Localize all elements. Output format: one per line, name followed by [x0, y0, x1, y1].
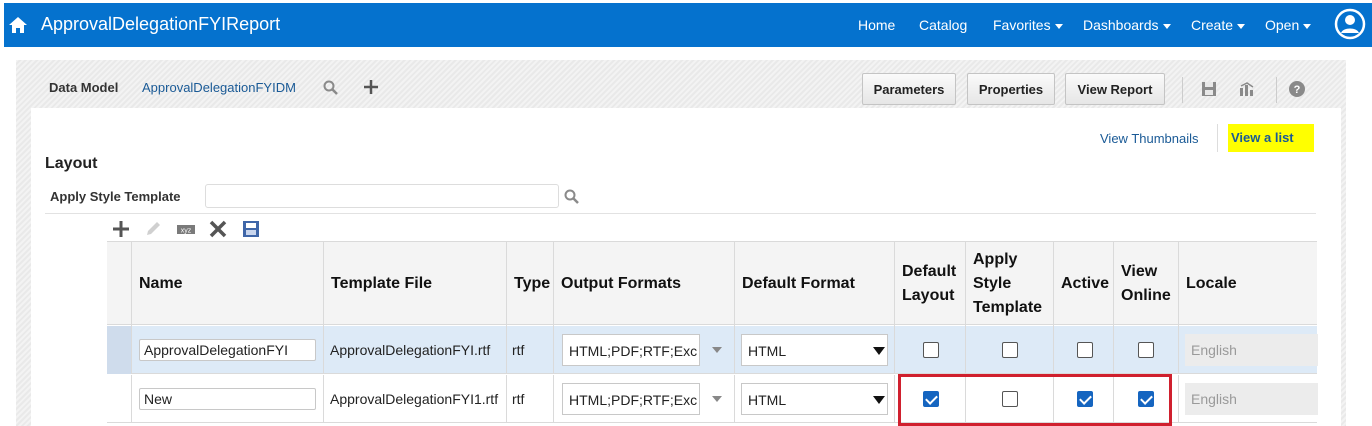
user-avatar-icon[interactable] — [1334, 8, 1366, 40]
cell-locale: English — [1178, 375, 1318, 423]
cell-apply-style-template — [965, 326, 1053, 374]
nav-catalog[interactable]: Catalog — [919, 17, 967, 33]
nav-home[interactable]: Home — [858, 17, 895, 33]
chevron-down-icon[interactable] — [873, 347, 885, 355]
add-layout-plus-icon[interactable] — [111, 219, 131, 239]
generate-icon[interactable] — [241, 219, 261, 239]
column-header-type[interactable]: Type — [506, 242, 553, 326]
view-report-button[interactable]: View Report — [1065, 73, 1165, 105]
edit-icon[interactable] — [143, 219, 163, 239]
xyz-icon[interactable]: xyz — [176, 219, 196, 239]
cell-template-file: ApprovalDelegationFYI1.rtf — [323, 375, 506, 423]
type-text: rtf — [512, 391, 525, 407]
column-header-view-online[interactable]: View Online — [1113, 242, 1178, 326]
locale-field: English — [1185, 334, 1318, 366]
help-icon[interactable]: ? — [1288, 80, 1306, 98]
chevron-down-icon — [1054, 23, 1063, 29]
cell-type: rtf — [506, 375, 553, 423]
plus-icon[interactable] — [362, 78, 380, 96]
svg-text:xyz: xyz — [181, 228, 192, 235]
cell-output-formats: HTML;PDF;RTF;Exc — [553, 326, 734, 374]
top-navigation-bar: ApprovalDelegationFYIReport Home Catalog… — [4, 3, 1372, 47]
nav-open[interactable]: Open — [1265, 17, 1312, 33]
column-header-default-layout[interactable]: Default Layout — [894, 242, 965, 326]
chevron-down-icon[interactable] — [712, 396, 722, 402]
home-icon[interactable] — [8, 15, 28, 35]
svg-text:?: ? — [1294, 84, 1301, 96]
layout-heading: Layout — [45, 155, 98, 172]
data-model-link[interactable]: ApprovalDelegationFYIDM — [142, 80, 296, 95]
layout-name-input[interactable] — [139, 339, 316, 361]
cell-type: rtf — [506, 326, 553, 374]
column-header-apply-style-template[interactable]: Apply Style Template — [965, 242, 1053, 326]
save-icon[interactable] — [1200, 80, 1218, 98]
apply-style-template-label: Apply Style Template — [50, 189, 181, 204]
chevron-down-icon — [1162, 23, 1171, 29]
table-row[interactable]: ApprovalDelegationFYI.rtf rtf HTML;PDF;R… — [107, 326, 1318, 374]
layout-name-input[interactable] — [139, 388, 316, 410]
output-formats-select[interactable]: HTML;PDF;RTF;Exc — [562, 334, 700, 366]
column-header-template-file[interactable]: Template File — [323, 242, 506, 326]
template-file-text: ApprovalDelegationFYI1.rtf — [330, 391, 499, 407]
column-header-name[interactable]: Name — [131, 242, 323, 326]
chevron-down-icon — [1303, 23, 1312, 29]
output-formats-select[interactable]: HTML;PDF;RTF;Exc — [562, 383, 700, 415]
cell-default-format: HTML — [734, 326, 894, 374]
search-icon[interactable] — [322, 79, 340, 97]
row-selector[interactable] — [107, 326, 131, 374]
toolbar-divider — [1182, 77, 1183, 103]
cell-name — [131, 375, 323, 423]
column-header-locale[interactable]: Locale — [1178, 242, 1317, 326]
apply-style-template-input[interactable] — [205, 184, 559, 208]
chart-icon[interactable] — [1238, 80, 1256, 98]
apply-style-template-checkbox[interactable] — [1002, 342, 1018, 358]
nav-create[interactable]: Create — [1191, 17, 1246, 33]
table-header: Name Template File Type Output Formats D… — [107, 241, 1317, 326]
default-format-select[interactable]: HTML — [741, 334, 888, 366]
chevron-down-icon[interactable] — [712, 347, 722, 353]
cell-active — [1053, 326, 1113, 374]
default-layout-checkbox[interactable] — [923, 342, 939, 358]
chevron-down-icon — [1237, 23, 1246, 29]
parameters-button[interactable]: Parameters — [862, 73, 956, 105]
cell-output-formats: HTML;PDF;RTF;Exc — [553, 375, 734, 423]
annotation-highlight-box — [898, 374, 1172, 426]
column-header-default-format[interactable]: Default Format — [734, 242, 894, 326]
view-links-divider — [1217, 124, 1218, 152]
column-header-active[interactable]: Active — [1053, 242, 1113, 326]
cell-template-file: ApprovalDelegationFYI.rtf — [323, 326, 506, 374]
locale-field: English — [1185, 383, 1318, 415]
view-list-link[interactable]: View a list — [1228, 124, 1314, 152]
cell-locale: English — [1178, 326, 1318, 374]
nav-dashboards[interactable]: Dashboards — [1083, 17, 1171, 33]
cell-name — [131, 326, 323, 374]
column-header-output-formats[interactable]: Output Formats — [553, 242, 734, 326]
type-text: rtf — [512, 342, 525, 358]
view-thumbnails-link[interactable]: View Thumbnails — [1100, 131, 1199, 146]
search-icon[interactable] — [563, 188, 581, 206]
cell-default-format: HTML — [734, 375, 894, 423]
toolbar-divider — [1276, 77, 1277, 103]
default-format-select[interactable]: HTML — [741, 383, 888, 415]
active-checkbox[interactable] — [1077, 342, 1093, 358]
data-model-label: Data Model — [49, 80, 119, 95]
nav-favorites[interactable]: Favorites — [993, 17, 1063, 33]
app-title: ApprovalDelegationFYIReport — [41, 14, 281, 34]
chevron-down-icon[interactable] — [873, 396, 885, 404]
cell-view-online — [1113, 326, 1178, 374]
section-divider — [45, 213, 1316, 214]
template-file-text: ApprovalDelegationFYI.rtf — [330, 342, 491, 358]
cell-default-layout — [894, 326, 965, 374]
properties-button[interactable]: Properties — [967, 73, 1055, 105]
view-online-checkbox[interactable] — [1138, 342, 1154, 358]
delete-icon[interactable] — [208, 219, 228, 239]
